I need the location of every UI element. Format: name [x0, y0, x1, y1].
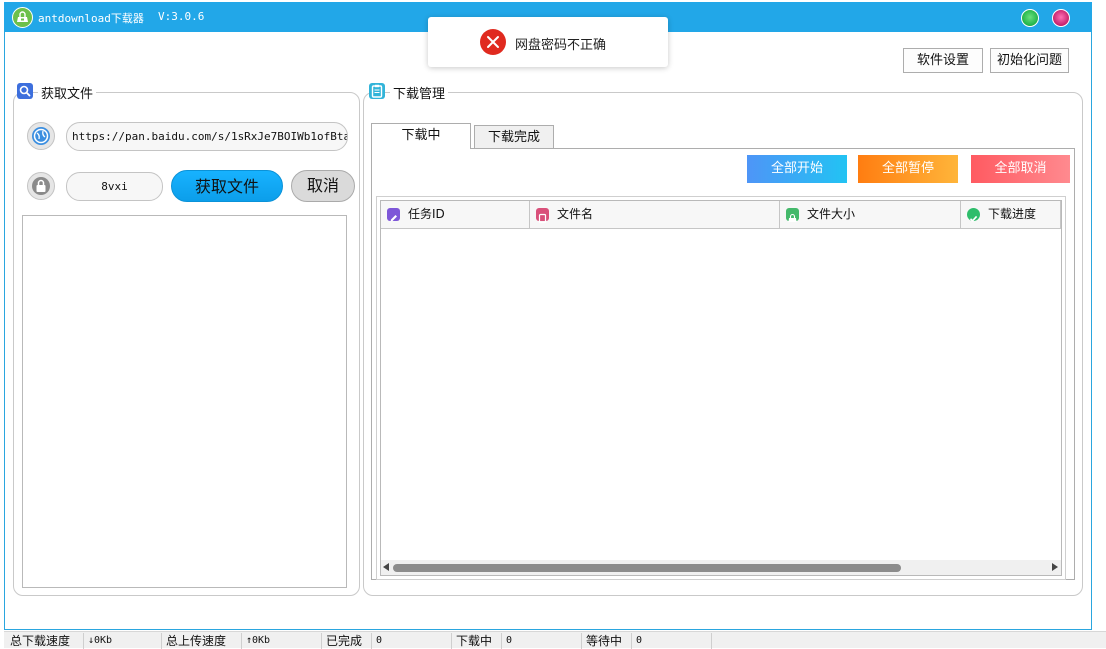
app-title: antdownload下载器: [38, 12, 144, 25]
settings-button[interactable]: 软件设置: [903, 48, 983, 73]
column-label: 任务ID: [408, 207, 445, 221]
fetch-file-button[interactable]: 获取文件: [171, 170, 283, 202]
upload-speed-value: ↑0Kb: [242, 633, 322, 649]
completed-value: 0: [372, 633, 452, 649]
file-icon: [536, 208, 549, 224]
completed-label: 已完成: [322, 633, 372, 649]
upload-speed-label: 总上传速度: [162, 633, 242, 649]
minimize-button[interactable]: [1021, 9, 1039, 27]
error-icon: [480, 29, 506, 55]
scroll-thumb[interactable]: [393, 564, 901, 572]
share-url-input[interactable]: https://pan.baidu.com/s/1sRxJe7BOIWb1ofB…: [66, 122, 348, 151]
waiting-value: 0: [632, 633, 712, 649]
status-bar: 总下载速度 ↓0Kb 总上传速度 ↑0Kb 已完成 0 下载中 0 等待中 0: [4, 631, 1106, 649]
column-header-file-name[interactable]: 文件名: [530, 201, 780, 229]
tab-completed[interactable]: 下载完成: [474, 125, 554, 150]
error-toast: 网盘密码不正确: [428, 17, 668, 67]
downloading-value: 0: [502, 633, 582, 649]
horizontal-scrollbar[interactable]: [381, 560, 1061, 575]
extract-code-input[interactable]: 8vxi: [66, 172, 163, 201]
download-table[interactable]: 任务ID 文件名 文件大小 下载进度: [380, 200, 1062, 576]
download-group-title: 下载管理: [390, 83, 449, 102]
waiting-label: 等待中: [582, 633, 632, 649]
column-header-progress[interactable]: 下载进度: [961, 201, 1061, 229]
start-all-button[interactable]: 全部开始: [747, 155, 847, 183]
cancel-all-button[interactable]: 全部取消: [971, 155, 1070, 183]
column-header-task-id[interactable]: 任务ID: [381, 201, 530, 229]
downloading-label: 下载中: [452, 633, 502, 649]
edit-icon: [387, 208, 400, 222]
scroll-right-icon[interactable]: [1052, 563, 1058, 571]
check-icon: [967, 208, 980, 222]
app-logo-icon: [12, 7, 33, 28]
column-label: 文件大小: [807, 207, 856, 221]
fetch-group-title: 获取文件: [38, 83, 97, 102]
box-icon: [786, 208, 799, 222]
lock-icon: [32, 177, 50, 195]
column-header-file-size[interactable]: 文件大小: [780, 201, 961, 229]
globe-button[interactable]: [27, 122, 55, 150]
app-version: V:3.0.6: [158, 10, 205, 23]
tab-downloading[interactable]: 下载中: [371, 123, 471, 149]
search-icon: [17, 83, 33, 99]
init-issue-button[interactable]: 初始化问题: [990, 48, 1069, 73]
toast-message: 网盘密码不正确: [515, 38, 607, 53]
pause-all-button[interactable]: 全部暂停: [858, 155, 958, 183]
file-list-area[interactable]: [22, 215, 347, 588]
download-speed-label: 总下载速度: [6, 633, 84, 649]
globe-icon: [32, 127, 50, 145]
column-label: 文件名: [557, 207, 594, 221]
password-lock-button[interactable]: [27, 172, 55, 200]
clipboard-icon: [369, 83, 385, 99]
cancel-fetch-button[interactable]: 取消: [291, 170, 355, 202]
download-speed-value: ↓0Kb: [84, 633, 162, 649]
column-label: 下载进度: [988, 207, 1037, 221]
close-button[interactable]: [1052, 9, 1070, 27]
scroll-left-icon[interactable]: [383, 563, 389, 571]
